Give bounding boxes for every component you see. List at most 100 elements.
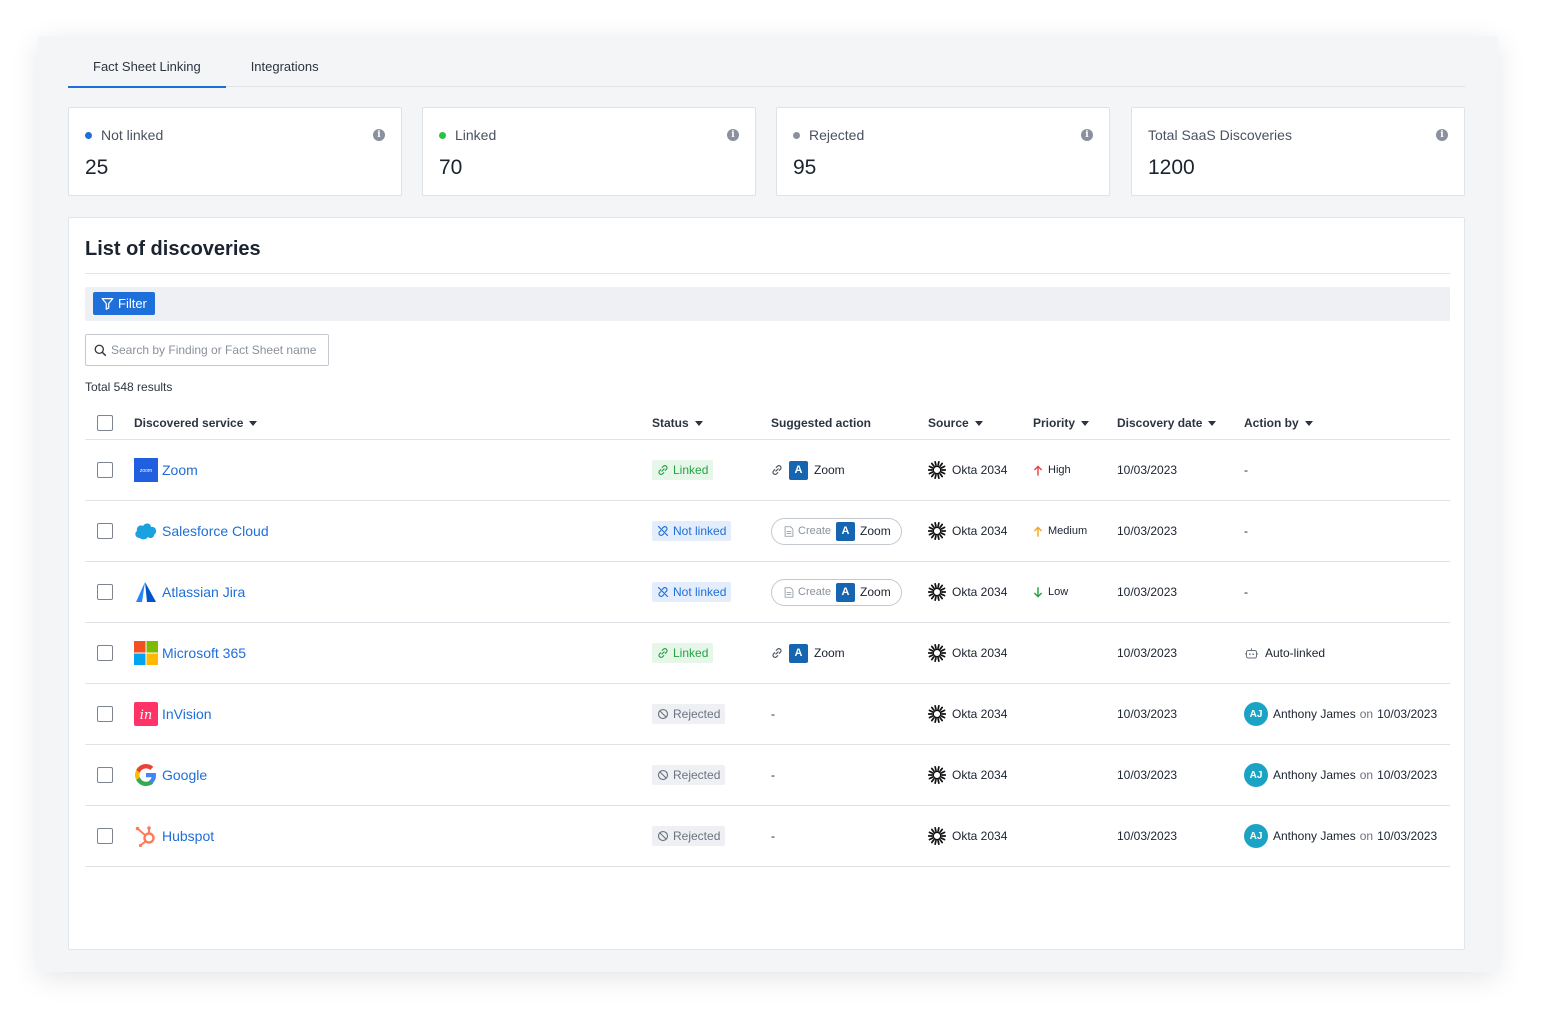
column-header-date[interactable]: Discovery date [1117, 416, 1217, 430]
priority-indicator: Medium [1033, 525, 1087, 537]
select-all-checkbox[interactable] [97, 415, 113, 431]
suggested-fact-sheet-name: Zoom [860, 585, 891, 599]
status-label: Rejected [673, 829, 721, 843]
panel-title: List of discoveries [85, 238, 261, 260]
row-checkbox[interactable] [97, 767, 113, 783]
table-body: zoom Zoom Linked A Zoom Okta 2034 High 10/03/20… [85, 440, 1450, 867]
discoveries-panel: List of discoveries Filter Total 548 res… [68, 217, 1465, 950]
table-row[interactable]: zoom Zoom Linked A Zoom Okta 2034 High 10/03/20… [85, 440, 1450, 501]
row-checkbox[interactable] [97, 462, 113, 478]
row-checkbox[interactable] [97, 584, 113, 600]
suggested-fact-sheet-name: Zoom [860, 524, 891, 538]
action-date: 10/03/2023 [1377, 707, 1438, 721]
create-fact-sheet-button[interactable]: Create A Zoom [771, 517, 902, 545]
action-user-name: Anthony James [1273, 768, 1356, 782]
avatar: AJ [1244, 824, 1268, 848]
service-name-link[interactable]: Google [162, 767, 207, 783]
tab-integrations[interactable]: Integrations [226, 50, 344, 87]
tab-bar: Fact Sheet Linking Integrations [68, 50, 1465, 88]
column-header-status[interactable]: Status [652, 416, 703, 430]
invision-logo-icon: in [134, 702, 158, 726]
discovery-date: 10/03/2023 [1117, 768, 1178, 782]
link-icon [657, 464, 669, 476]
jira-logo-icon [134, 580, 158, 604]
block-icon [657, 830, 669, 842]
okta-icon [928, 827, 952, 845]
avatar: AJ [1244, 763, 1268, 787]
source-label: Okta 2034 [952, 768, 1008, 782]
stat-card-not-linked: Not linked 25 i [68, 107, 402, 196]
stat-value: 25 [85, 156, 109, 179]
arrow-up-icon [1033, 525, 1043, 537]
microsoft-logo-icon [134, 641, 158, 665]
filter-button[interactable]: Filter [93, 292, 155, 315]
status-badge: Linked [652, 460, 714, 480]
priority-label: Medium [1048, 525, 1088, 537]
status-badge: Rejected [652, 826, 726, 846]
suggested-fact-sheet-name[interactable]: Zoom [814, 463, 845, 477]
filter-bar: Filter [85, 287, 1450, 321]
service-name-link[interactable]: Hubspot [162, 828, 214, 844]
stat-label: Linked [455, 127, 497, 143]
discovery-date: 10/03/2023 [1117, 646, 1178, 660]
search-input[interactable] [111, 343, 321, 357]
suggested-fact-sheet-name[interactable]: Zoom [814, 646, 845, 660]
sort-caret-icon [694, 421, 703, 426]
info-icon[interactable]: i [1081, 129, 1093, 141]
filter-label: Filter [118, 296, 147, 311]
column-header-source[interactable]: Source [928, 416, 983, 430]
unlink-icon [657, 525, 669, 537]
create-label: Create [798, 525, 832, 537]
row-checkbox[interactable] [97, 523, 113, 539]
table-row[interactable]: Salesforce Cloud Not linked Create A Zoom Okt… [85, 501, 1450, 562]
info-icon[interactable]: i [1436, 129, 1448, 141]
action-on-text: on [1359, 707, 1374, 721]
table-row[interactable]: Google Rejected - Okta 2034 10/03/2023 AJ Anth… [85, 745, 1450, 806]
sort-caret-icon [1304, 421, 1313, 426]
stat-label: Rejected [809, 127, 865, 143]
source-label: Okta 2034 [952, 707, 1008, 721]
priority-indicator: High [1033, 464, 1071, 476]
status-badge: Linked [652, 643, 714, 663]
unlink-icon [657, 586, 669, 598]
svg-text:zoom: zoom [140, 468, 152, 474]
column-header-priority[interactable]: Priority [1033, 416, 1090, 430]
stat-label: Not linked [101, 127, 164, 143]
table-row[interactable]: Microsoft 365 Linked A Zoom Okta 2034 10/03/2… [85, 623, 1450, 684]
okta-icon [928, 644, 952, 662]
okta-icon [928, 461, 952, 479]
column-header-action-by[interactable]: Action by [1244, 416, 1313, 430]
column-header-suggested: Suggested action [771, 416, 872, 430]
info-icon[interactable]: i [727, 129, 739, 141]
table-row[interactable]: in InVision Rejected - Okta 2034 10/03/2023 AJ… [85, 684, 1450, 745]
column-header-service[interactable]: Discovered service [134, 416, 258, 430]
service-name-link[interactable]: InVision [162, 706, 212, 722]
action-by-empty: - [1244, 585, 1248, 599]
row-checkbox[interactable] [97, 706, 113, 722]
link-icon [657, 647, 669, 659]
info-icon[interactable]: i [373, 129, 385, 141]
status-label: Not linked [673, 585, 727, 599]
discovery-date: 10/03/2023 [1117, 585, 1178, 599]
service-name-link[interactable]: Salesforce Cloud [162, 523, 269, 539]
sort-caret-icon [1081, 421, 1090, 426]
status-label: Linked [673, 646, 709, 660]
application-fact-sheet-icon: A [789, 460, 808, 480]
stat-card-linked: Linked 70 i [422, 107, 756, 196]
status-badge: Rejected [652, 704, 726, 724]
auto-linked-label: Auto-linked [1265, 646, 1326, 660]
service-name-link[interactable]: Microsoft 365 [162, 645, 246, 661]
row-checkbox[interactable] [97, 645, 113, 661]
create-fact-sheet-button[interactable]: Create A Zoom [771, 578, 902, 606]
priority-indicator: Low [1033, 586, 1068, 598]
source-label: Okta 2034 [952, 463, 1008, 477]
table-row[interactable]: Hubspot Rejected - Okta 2034 10/03/2023 AJ Ant… [85, 806, 1450, 867]
tab-fact-sheet-linking[interactable]: Fact Sheet Linking [68, 50, 226, 88]
table-row[interactable]: Atlassian Jira Not linked Create A Zoom Okta … [85, 562, 1450, 623]
service-name-link[interactable]: Atlassian Jira [162, 584, 245, 600]
sort-caret-icon [974, 421, 983, 426]
row-checkbox[interactable] [97, 828, 113, 844]
action-date: 10/03/2023 [1377, 768, 1438, 782]
status-dot [85, 131, 92, 139]
service-name-link[interactable]: Zoom [162, 462, 198, 478]
